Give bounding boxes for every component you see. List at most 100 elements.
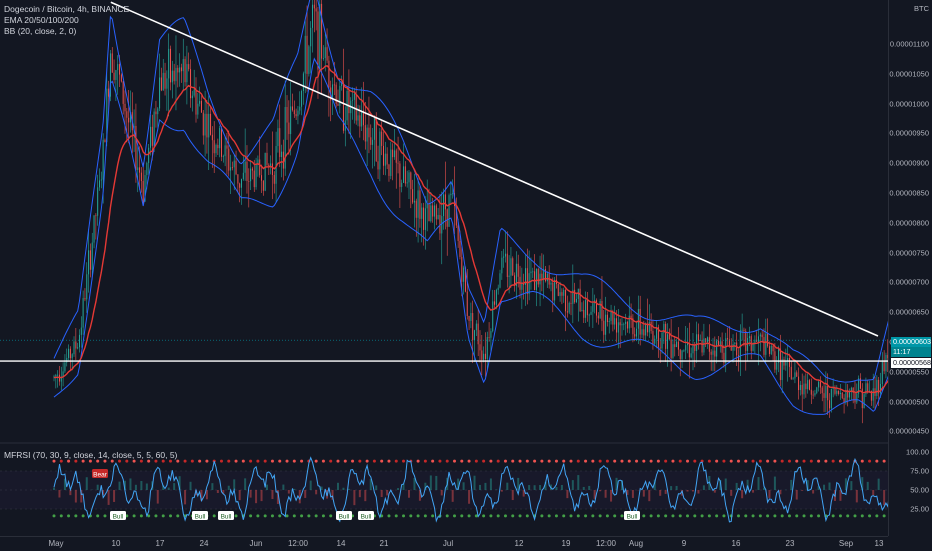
- osc-bottom-dot: [570, 514, 573, 517]
- candle-body: [638, 309, 639, 329]
- osc-histogram-bar: [342, 488, 344, 490]
- candle-body: [698, 334, 699, 341]
- osc-histogram-bar: [572, 480, 574, 490]
- candle-body: [742, 330, 743, 331]
- candle-body: [601, 301, 602, 321]
- osc-bottom-dot: [176, 514, 179, 517]
- candle-body: [376, 117, 377, 161]
- candle-body: [75, 341, 76, 348]
- bull-label: Bull: [627, 514, 638, 521]
- candle-body: [565, 290, 566, 311]
- candle-body: [682, 351, 683, 359]
- osc-top-dot: [788, 460, 791, 463]
- candle-body: [256, 165, 257, 188]
- candle-body: [314, 5, 315, 9]
- candle-body: [607, 315, 608, 322]
- candle-body: [117, 64, 118, 70]
- candle-body: [101, 180, 102, 181]
- candle-body: [226, 145, 227, 148]
- candle-body: [312, 5, 313, 28]
- osc-top-dot: [424, 460, 427, 463]
- candle-body: [97, 187, 98, 215]
- osc-top-dot: [803, 460, 806, 463]
- osc-top-dot: [650, 460, 653, 463]
- chart-window: BearBullBullBullBullBullBull Dogecoin / …: [0, 0, 932, 550]
- candle-body: [141, 173, 142, 181]
- candle-body: [580, 289, 581, 312]
- candle-body: [583, 310, 584, 318]
- candle-body: [119, 64, 120, 75]
- osc-bottom-dot: [599, 514, 602, 517]
- osc-histogram-bar: [255, 490, 257, 503]
- candle-body: [765, 334, 766, 355]
- candle-body: [394, 150, 395, 157]
- oscillator-legend[interactable]: MFRSI (70, 30, 9, close, 14, close, 5, 5…: [4, 450, 177, 461]
- osc-top-dot: [824, 460, 827, 463]
- osc-histogram-bar: [386, 490, 388, 495]
- candle-body: [461, 257, 462, 282]
- candle-body: [210, 114, 211, 135]
- osc-histogram-bar: [758, 477, 760, 490]
- osc-histogram-bar: [599, 490, 601, 491]
- candle-body: [414, 201, 415, 203]
- osc-top-dot: [628, 460, 631, 463]
- price-axis[interactable]: BTC 0.000011000.000010500.000010000.0000…: [888, 0, 932, 536]
- candle-body: [467, 292, 468, 316]
- osc-histogram-bar: [528, 485, 530, 490]
- bb-legend[interactable]: BB (20, close, 2, 0): [4, 26, 76, 37]
- candle-body: [70, 349, 71, 358]
- candle-body: [124, 104, 125, 111]
- osc-bottom-dot: [693, 514, 696, 517]
- osc-histogram-bar: [774, 477, 776, 490]
- bull-label: Bull: [113, 514, 124, 521]
- osc-top-dot: [468, 460, 471, 463]
- price-tick: 0.00000450: [889, 427, 929, 436]
- osc-bottom-dot: [591, 514, 594, 517]
- osc-bottom-dot: [846, 514, 849, 517]
- time-label: 21: [380, 539, 389, 548]
- candle-body: [354, 94, 355, 100]
- osc-top-dot: [242, 460, 245, 463]
- candle-body: [459, 241, 460, 257]
- candle-body: [532, 271, 533, 272]
- candle-body: [692, 345, 693, 354]
- time-axis[interactable]: May101724Jun12:001421Jul121912:00Aug9162…: [0, 536, 888, 551]
- osc-bottom-dot: [875, 514, 878, 517]
- osc-bottom-dot: [708, 514, 711, 517]
- candle-body: [496, 290, 497, 305]
- candle-body: [636, 329, 637, 337]
- osc-histogram-bar: [872, 490, 874, 495]
- ema-legend[interactable]: EMA 20/50/100/200: [4, 15, 79, 26]
- osc-top-dot: [191, 460, 194, 463]
- osc-histogram-bar: [397, 488, 399, 490]
- candle-body: [713, 351, 714, 355]
- osc-histogram-bar: [796, 490, 798, 500]
- candle-body: [616, 318, 617, 332]
- osc-bottom-dot: [671, 514, 674, 517]
- osc-bottom-dot: [60, 514, 63, 517]
- osc-bottom-dot: [504, 514, 507, 517]
- osc-histogram-bar: [768, 490, 770, 498]
- osc-histogram-bar: [801, 490, 803, 491]
- osc-histogram-bar: [566, 490, 568, 498]
- candle-body: [654, 339, 655, 344]
- candle-body: [398, 163, 399, 164]
- candle-body: [805, 384, 806, 390]
- candle-body: [845, 390, 846, 403]
- time-label: 24: [200, 539, 209, 548]
- symbol-legend[interactable]: Dogecoin / Bitcoin, 4h, BINANCE: [4, 4, 129, 15]
- osc-bottom-dot: [766, 514, 769, 517]
- osc-top-dot: [417, 460, 420, 463]
- candle-body: [299, 107, 300, 111]
- osc-histogram-bar: [211, 483, 213, 490]
- descending-trendline: [111, 2, 878, 336]
- candle-body: [784, 359, 785, 366]
- candle-body: [385, 154, 386, 166]
- osc-histogram-bar: [310, 481, 312, 490]
- candle-body: [530, 272, 531, 274]
- osc-top-dot: [577, 460, 580, 463]
- osc-bottom-dot: [264, 514, 267, 517]
- time-label: 12: [515, 539, 524, 548]
- candle-body: [81, 328, 82, 335]
- candle-body: [824, 393, 825, 398]
